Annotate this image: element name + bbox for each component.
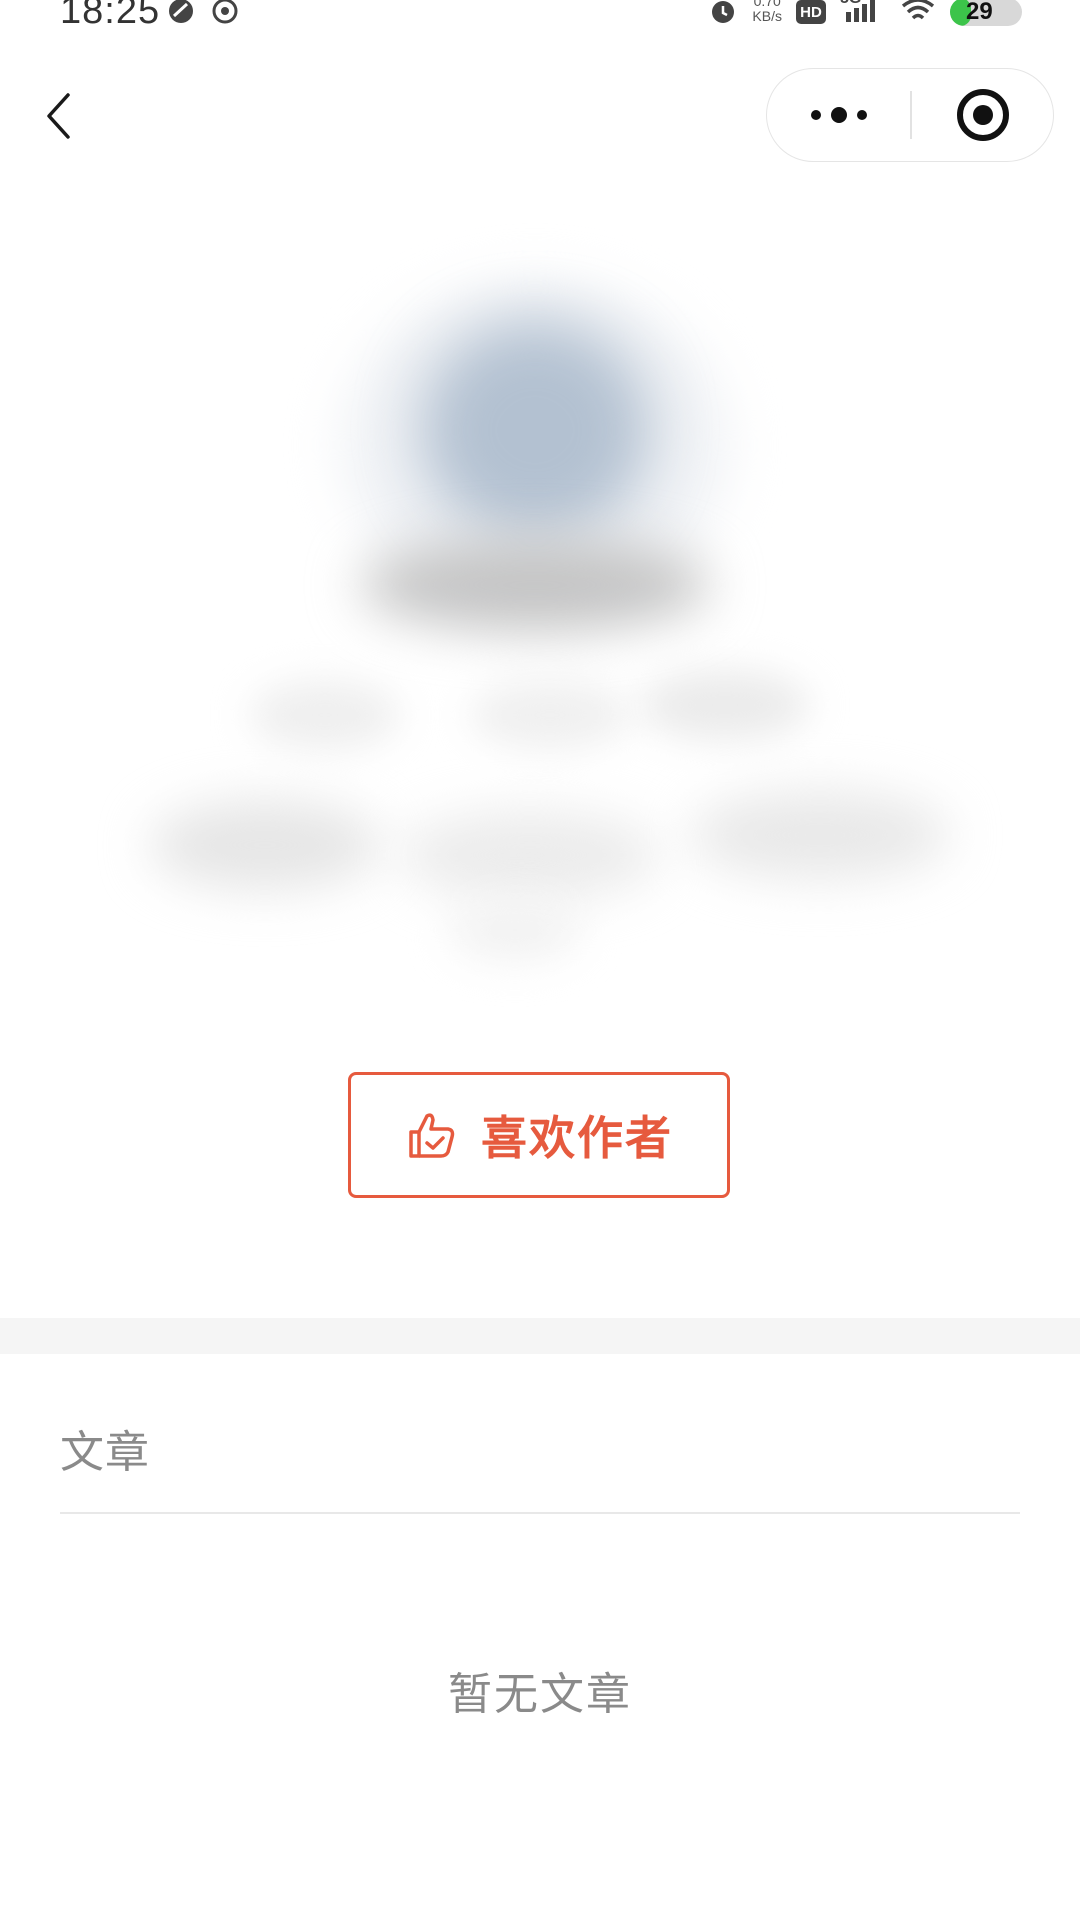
author-stat-blur (250, 680, 400, 750)
close-mini-program-button[interactable] (912, 69, 1053, 161)
alarm-icon (708, 0, 738, 30)
battery-indicator: 29 (950, 0, 1022, 26)
more-dots-icon (810, 107, 867, 123)
hd-badge: HD (796, 0, 826, 24)
author-bio-blur (450, 900, 580, 960)
status-bar: 18:25 0.70 KB/s HD 29 (0, 0, 1080, 34)
author-avatar (420, 320, 650, 540)
blurred-author-profile (0, 260, 1080, 980)
author-bio-blur (150, 800, 380, 890)
author-bio-blur (690, 790, 950, 880)
like-author-button[interactable]: 喜欢作者 (348, 1072, 730, 1198)
thumbs-up-check-icon (409, 1113, 455, 1158)
author-name-blur (360, 540, 710, 630)
section-divider (60, 1512, 1020, 1514)
author-stat-blur (470, 680, 630, 750)
author-bio-blur (400, 810, 660, 900)
status-left-icons (166, 0, 240, 30)
author-page: 18:25 0.70 KB/s HD 29 喜欢作者 文章 暂无文章 (0, 0, 1080, 1916)
music-app-icon (210, 0, 240, 30)
back-button[interactable] (36, 88, 80, 144)
wifi-icon (900, 0, 936, 30)
section-separator (0, 1318, 1080, 1354)
battery-level: 29 (966, 0, 993, 25)
leaf-app-icon (166, 0, 196, 30)
author-stat-blur (640, 670, 810, 740)
network-speed: 0.70 KB/s (752, 0, 782, 24)
tab-articles[interactable]: 文章 (60, 1416, 150, 1480)
like-author-label: 喜欢作者 (481, 1111, 673, 1165)
mini-program-capsule (766, 68, 1054, 162)
more-button[interactable] (767, 69, 910, 161)
status-time: 18:25 (60, 0, 161, 32)
network-speed-unit: KB/s (752, 8, 782, 24)
chevron-left-icon (47, 93, 70, 139)
empty-articles-text: 暂无文章 (448, 1669, 632, 1720)
cellular-signal-icon: 5G (840, 0, 886, 26)
target-close-icon (956, 89, 1009, 141)
status-right-icons: 0.70 KB/s HD 5G (708, 0, 1022, 30)
